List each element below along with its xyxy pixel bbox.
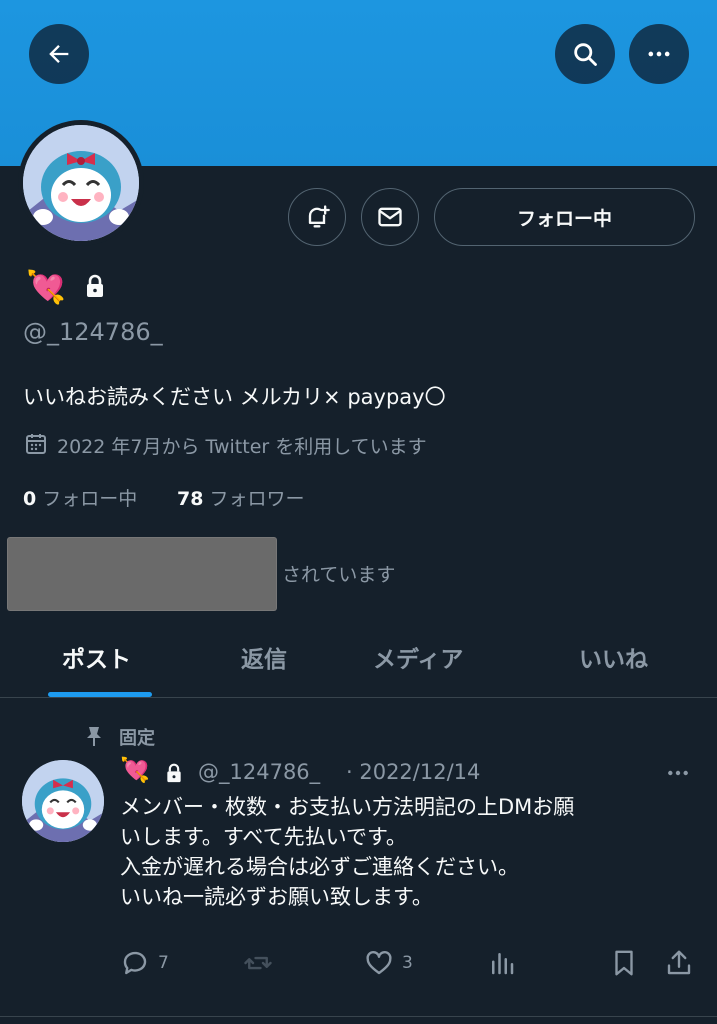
retweet-icon [244, 956, 272, 970]
heart-icon [366, 950, 392, 975]
mascot-avatar-image [22, 760, 104, 842]
followers-count: 78 [177, 488, 204, 510]
join-date: 2022 年7月から Twitter を利用しています [57, 436, 427, 458]
followers-label: フォロワー [209, 488, 305, 510]
profile-handle: @_124786_ [23, 318, 163, 346]
calendar-icon [26, 434, 46, 454]
followed-by-text[interactable]: されています [282, 560, 395, 587]
display-name-emoji: 💘 [26, 268, 66, 306]
notification-subscribe-button[interactable] [288, 188, 346, 246]
retweet-button[interactable] [243, 948, 273, 978]
reply-icon [123, 951, 147, 975]
bell-plus-icon [308, 205, 330, 228]
back-button[interactable] [29, 24, 89, 84]
tweet-avatar[interactable] [22, 760, 104, 842]
mail-icon [378, 207, 402, 227]
share-button[interactable] [664, 948, 694, 978]
pin-icon [87, 727, 101, 746]
reply-button[interactable]: 7 [120, 948, 169, 978]
bookmark-icon [615, 950, 633, 976]
profile-bio: いいねお読みください メルカリ× paypay〇 [23, 385, 446, 409]
tweet-handle[interactable]: @_124786_ [198, 760, 320, 784]
tweet-divider [0, 1016, 717, 1017]
following-button[interactable]: フォロー中 [434, 188, 695, 246]
profile-avatar[interactable] [18, 120, 144, 246]
followers-count-link[interactable]: 78 フォロワー [177, 484, 305, 511]
following-count-link[interactable]: 0 フォロー中 [23, 484, 137, 511]
pinned-label: 固定 [119, 728, 155, 749]
share-icon [667, 950, 691, 975]
tweet-more-icon[interactable] [664, 762, 692, 784]
reply-count: 7 [158, 953, 169, 973]
redacted-followers-preview [8, 538, 276, 610]
tab-replies[interactable]: 返信 [241, 640, 287, 674]
following-count: 0 [23, 488, 37, 510]
more-button[interactable] [629, 24, 689, 84]
tweet-date[interactable]: · 2022/12/14 [346, 760, 480, 784]
tab-posts[interactable]: ポスト [62, 640, 131, 674]
bookmark-button[interactable] [609, 948, 639, 978]
search-button[interactable] [555, 24, 615, 84]
lock-icon [87, 274, 103, 297]
tabs-divider [0, 697, 717, 698]
arrow-left-icon [49, 45, 69, 63]
following-button-label: フォロー中 [516, 207, 612, 230]
tab-media[interactable]: メディア [373, 640, 463, 674]
search-icon [574, 43, 597, 66]
lock-icon [167, 763, 181, 783]
following-label: フォロー中 [42, 488, 138, 510]
analytics-icon [492, 953, 514, 975]
tab-likes[interactable]: いいね [579, 640, 648, 674]
like-button[interactable]: 3 [364, 948, 413, 978]
tweet-text: メンバー・枚数・お支払い方法明記の上DMお願 いします。すべて先払いです。 入金… [120, 795, 575, 909]
mascot-avatar-image [23, 125, 139, 241]
like-count: 3 [402, 953, 413, 973]
more-horizontal-icon [648, 51, 670, 57]
message-button[interactable] [361, 188, 419, 246]
views-button[interactable] [487, 948, 517, 978]
tweet-author-emoji: 💘 [120, 756, 150, 784]
